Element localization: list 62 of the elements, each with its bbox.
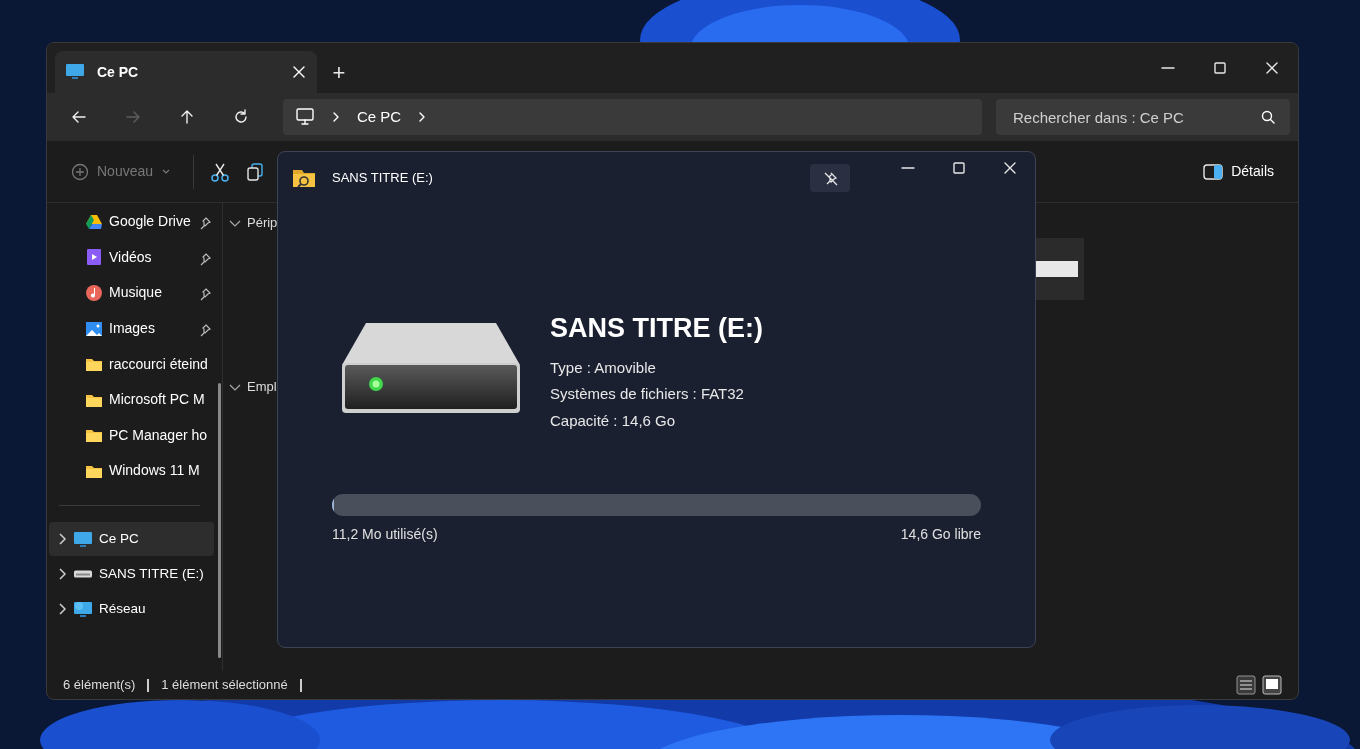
maximize-icon	[1212, 60, 1228, 76]
drive-icon	[85, 212, 103, 231]
minimize-icon	[899, 167, 916, 169]
sidebar-item[interactable]: raccourci éteind	[47, 346, 214, 382]
computer-icon	[295, 107, 315, 127]
plus-icon	[71, 162, 89, 181]
panel-icon	[1203, 162, 1224, 181]
sidebar-item[interactable]: Vidéos	[47, 239, 214, 276]
selection-count: 1 élément sélectionné	[161, 676, 288, 695]
sidebar-item[interactable]: PC Manager ho	[47, 417, 214, 454]
breadcrumb-item[interactable]: Ce PC	[357, 105, 402, 129]
used-space: 11,2 Mo utilisé(s)	[332, 525, 438, 544]
search-icon	[1260, 109, 1276, 125]
maximize-icon	[950, 160, 967, 176]
chevron-icon	[331, 111, 341, 123]
details-button[interactable]: Détails	[1197, 157, 1280, 186]
sidebar-item[interactable]: Google Drive	[47, 204, 214, 240]
tree-item[interactable]: Réseau	[49, 591, 214, 626]
sidebar-item[interactable]: Musique	[47, 275, 214, 311]
videos-icon	[85, 248, 103, 267]
close-tab-icon[interactable]	[291, 64, 307, 80]
scrollbar[interactable]	[218, 383, 221, 658]
minimize-icon	[1160, 67, 1176, 69]
expand-icon[interactable]	[57, 567, 67, 580]
expand-icon[interactable]	[57, 532, 67, 545]
group-header[interactable]: Empl	[247, 377, 277, 397]
network-icon	[73, 599, 93, 618]
drive-name: SANS TITRE (E:)	[550, 312, 763, 345]
tiles-view-icon[interactable]	[1262, 675, 1282, 695]
free-space: 14,6 Go libre	[900, 525, 981, 544]
sidebar-item[interactable]: Windows 11 M	[47, 453, 214, 489]
dialog-title: SANS TITRE (E:)	[332, 169, 433, 188]
computer-icon	[65, 62, 85, 82]
search-field[interactable]: Rechercher dans : Ce PC	[996, 99, 1290, 135]
copy-button[interactable]	[246, 161, 265, 182]
item-count: 6 élément(s)	[63, 676, 136, 695]
address-bar[interactable]: Ce PC	[283, 99, 982, 135]
collapse-icon[interactable]	[229, 218, 241, 228]
collapse-icon[interactable]	[229, 382, 241, 392]
tree-item[interactable]: SANS TITRE (E:)	[49, 556, 214, 591]
sidebar-item[interactable]: Microsoft PC M	[47, 381, 214, 418]
tab[interactable]: Ce PC	[55, 51, 317, 93]
close-icon	[1264, 60, 1280, 76]
tree-item[interactable]: Ce PC	[49, 521, 214, 556]
computer-icon	[73, 529, 93, 548]
tab-title: Ce PC	[97, 62, 140, 82]
cut-button[interactable]	[210, 161, 231, 182]
unpin-icon	[822, 170, 838, 186]
copy-icon	[246, 161, 265, 182]
drive-property: Type : Amovible	[550, 357, 657, 378]
sidebar-item[interactable]: Images	[47, 310, 214, 347]
drive-property: Systèmes de fichiers : FAT32	[550, 384, 745, 404]
details-view-icon[interactable]	[1236, 675, 1256, 695]
unpin-button[interactable]	[810, 164, 850, 192]
music-icon	[85, 284, 103, 302]
drive-icon	[73, 569, 93, 578]
drive-property: Capacité : 14,6 Go	[550, 410, 677, 431]
new-tab-button[interactable]: +	[317, 51, 361, 93]
images-icon	[85, 319, 103, 338]
group-header[interactable]: Périp	[247, 213, 278, 233]
expand-icon[interactable]	[57, 602, 67, 615]
scissors-icon	[210, 161, 231, 182]
